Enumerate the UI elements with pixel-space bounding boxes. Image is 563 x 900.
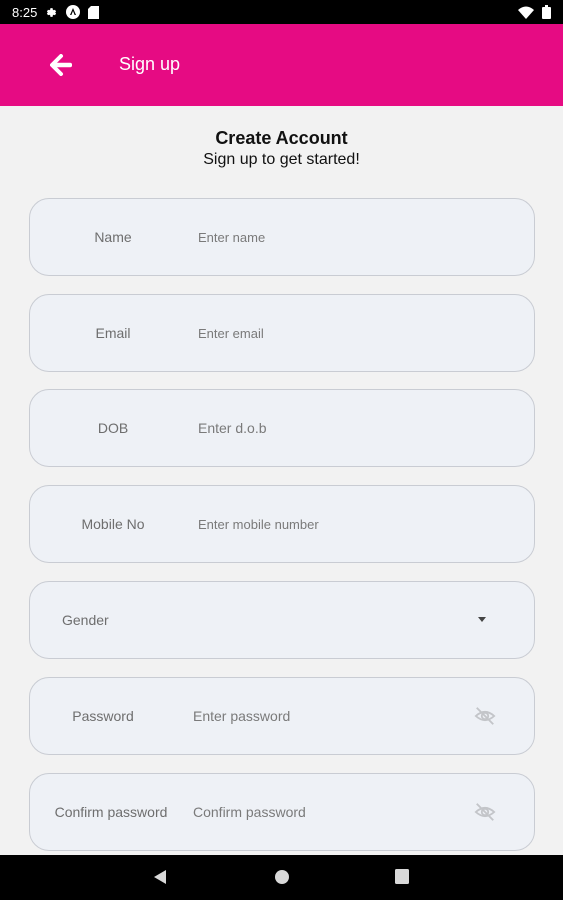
dob-label: DOB bbox=[97, 420, 129, 436]
eye-off-icon[interactable] bbox=[474, 801, 496, 823]
password-label: Password bbox=[72, 708, 134, 724]
app-bar: Sign up bbox=[0, 24, 563, 106]
nav-home-button[interactable] bbox=[274, 869, 290, 890]
password-input[interactable] bbox=[193, 700, 463, 732]
email-input[interactable] bbox=[198, 317, 498, 349]
mobile-label: Mobile No bbox=[81, 516, 145, 532]
battery-icon bbox=[542, 5, 551, 19]
form-header: Create Account Sign up to get started! bbox=[0, 128, 563, 169]
page-title: Create Account bbox=[215, 128, 348, 148]
system-nav-bar bbox=[0, 855, 563, 900]
arrow-back-icon bbox=[50, 54, 72, 76]
status-time: 8:25 bbox=[12, 4, 38, 20]
status-bar: 8:25 bbox=[0, 0, 563, 24]
confirm-password-input[interactable] bbox=[193, 796, 463, 828]
back-button[interactable] bbox=[44, 48, 78, 82]
chevron-down-icon[interactable] bbox=[478, 617, 486, 622]
gender-label: Gender bbox=[62, 612, 109, 628]
email-label: Email bbox=[95, 325, 131, 341]
wifi-icon bbox=[518, 6, 534, 19]
name-field[interactable]: Name bbox=[29, 198, 535, 276]
mobile-field[interactable]: Mobile No bbox=[29, 485, 535, 563]
dob-field[interactable]: DOB bbox=[29, 389, 535, 467]
back-triangle-icon bbox=[154, 870, 166, 884]
recents-square-icon bbox=[395, 869, 409, 884]
sd-card-icon bbox=[88, 5, 100, 19]
password-field[interactable]: Password bbox=[29, 677, 535, 755]
home-circle-icon bbox=[275, 870, 289, 884]
name-input[interactable] bbox=[198, 221, 498, 253]
eye-off-icon[interactable] bbox=[474, 705, 496, 727]
confirm-password-field[interactable]: Confirm password bbox=[29, 773, 535, 851]
dob-input[interactable] bbox=[198, 412, 498, 444]
app-bar-title: Sign up bbox=[119, 54, 181, 74]
settings-icon bbox=[45, 6, 58, 19]
nav-back-button[interactable] bbox=[153, 869, 167, 890]
page-subtitle: Sign up to get started! bbox=[203, 151, 360, 168]
gender-dropdown[interactable]: Gender bbox=[29, 581, 535, 659]
mobile-input[interactable] bbox=[198, 508, 498, 540]
app-notification-icon bbox=[66, 5, 81, 19]
nav-recents-button[interactable] bbox=[395, 869, 409, 889]
email-field[interactable]: Email bbox=[29, 294, 535, 372]
confirm-password-label: Confirm password bbox=[54, 804, 168, 820]
name-label: Name bbox=[94, 229, 132, 245]
